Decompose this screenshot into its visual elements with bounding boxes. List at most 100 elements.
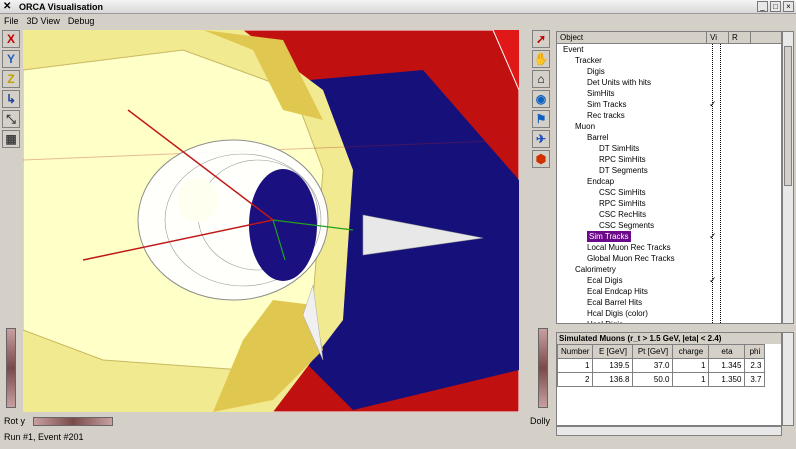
tree-item[interactable]: Ecal Digis ✓ xyxy=(557,275,781,286)
table-header[interactable]: Number xyxy=(557,344,594,359)
tree-item[interactable]: Sim Tracks ✓ xyxy=(557,231,781,242)
axes-button[interactable]: ↳ xyxy=(2,90,20,108)
menu-file[interactable]: File xyxy=(4,16,19,26)
tree-item[interactable]: Muon xyxy=(557,121,781,132)
perspective-icon: ✈ xyxy=(535,132,547,146)
render-style-button[interactable]: ⬢ xyxy=(532,150,550,168)
tree-item[interactable]: Global Muon Rec Tracks xyxy=(557,253,781,264)
tree-item-label: Det Units with hits xyxy=(587,78,652,87)
menu-bar: File 3D View Debug xyxy=(0,14,796,28)
home-button[interactable]: ⌂ xyxy=(532,70,550,88)
menu-debug[interactable]: Debug xyxy=(68,16,95,26)
tree-scrollbar[interactable] xyxy=(782,31,794,324)
tree-item[interactable]: Local Muon Rec Tracks xyxy=(557,242,781,253)
tree-item[interactable]: Det Units with hits xyxy=(557,77,781,88)
tree-item[interactable]: Barrel xyxy=(557,132,781,143)
tree-item-label: CSC RecHits xyxy=(599,210,647,219)
maximize-button[interactable]: □ xyxy=(770,1,781,12)
app-icon: ✕ xyxy=(3,0,12,12)
tree-item[interactable]: Ecal Barrel Hits xyxy=(557,297,781,308)
table-header[interactable]: eta xyxy=(708,344,746,359)
x-axis-button[interactable]: X xyxy=(2,30,20,48)
tree-column-divider xyxy=(712,44,713,323)
table-cell: 2 xyxy=(557,372,594,387)
tree-item[interactable]: Sim Tracks ✓ xyxy=(557,99,781,110)
dolly-label: Dolly xyxy=(529,416,550,426)
tree-header-visible[interactable]: Vi xyxy=(707,32,729,43)
left-toolbar: X Y Z ↳ ⤡ ▦ xyxy=(2,30,22,150)
tree-item-label: Barrel xyxy=(587,133,609,142)
view-all-icon: ◉ xyxy=(535,92,547,106)
3d-viewport[interactable] xyxy=(23,30,519,412)
table-row[interactable]: 2 136.8 50.0 1 1.350 3.7 xyxy=(557,372,766,387)
rot-y-label: Rot y xyxy=(4,416,26,426)
rot-x-thumbwheel[interactable] xyxy=(6,328,16,408)
grid-button[interactable]: ▦ xyxy=(2,130,20,148)
tree-item[interactable]: RPC SimHits xyxy=(557,154,781,165)
muon-table: Number E [GeV] Pt [GeV] charge eta phi 1 139.5… xyxy=(557,344,766,387)
table-hscrollbar[interactable] xyxy=(556,426,782,436)
tree-item[interactable]: Hcal Digis xyxy=(557,319,781,323)
tree-item-label: Event xyxy=(563,45,584,54)
y-axis-icon: Y xyxy=(6,52,15,66)
z-axis-button[interactable]: Z xyxy=(2,70,20,88)
home-icon: ⌂ xyxy=(537,72,545,86)
tree-item-label: Endcap xyxy=(587,177,615,186)
axes-icon: ↳ xyxy=(5,92,17,106)
tree-item-label: Sim Tracks xyxy=(587,100,627,109)
status-bar: Run #1, Event #201 xyxy=(4,432,84,442)
table-header[interactable]: Pt [GeV] xyxy=(632,344,674,359)
tree-item[interactable]: SimHits xyxy=(557,88,781,99)
pointer-button[interactable]: ➚ xyxy=(532,30,550,48)
x-axis-icon: X xyxy=(6,32,15,46)
tree-item-label: CSC SimHits xyxy=(599,188,646,197)
table-header[interactable]: charge xyxy=(672,344,710,359)
tree-item[interactable]: Calorimetry xyxy=(557,264,781,275)
tree-item-label: Ecal Barrel Hits xyxy=(587,298,643,307)
close-button[interactable]: × xyxy=(783,1,794,12)
table-header[interactable]: E [GeV] xyxy=(592,344,634,359)
table-vscrollbar[interactable] xyxy=(782,332,794,426)
grid-icon: ▦ xyxy=(5,132,17,146)
tree-item-label: Ecal Digis xyxy=(587,276,623,285)
app-window: ✕ ORCA Visualisation _ □ × File 3D View … xyxy=(0,0,796,449)
tree-item[interactable]: Endcap xyxy=(557,176,781,187)
object-tree[interactable]: Object Vi R Event Tracker Digis Det Units w… xyxy=(556,31,782,324)
tree-item[interactable]: DT SimHits xyxy=(557,143,781,154)
table-row[interactable]: 1 139.5 37.0 1 1.345 2.3 xyxy=(557,358,766,373)
table-cell: 139.5 xyxy=(592,358,634,373)
tree-item[interactable]: CSC SimHits xyxy=(557,187,781,198)
zoom-thumbwheel[interactable] xyxy=(538,328,548,408)
minimize-button[interactable]: _ xyxy=(757,1,768,12)
tree-item[interactable]: Hcal Digis (color) xyxy=(557,308,781,319)
view-all-button[interactable]: ◉ xyxy=(532,90,550,108)
tree-item[interactable]: Rec tracks xyxy=(557,110,781,121)
tree-item-label: Muon xyxy=(575,122,596,131)
tree-scroll-thumb[interactable] xyxy=(784,46,792,186)
table-header[interactable]: phi xyxy=(744,344,766,359)
axes-alt-button[interactable]: ⤡ xyxy=(2,110,20,128)
tree-item[interactable]: Tracker xyxy=(557,55,781,66)
y-axis-button[interactable]: Y xyxy=(2,50,20,68)
table-cell: 50.0 xyxy=(632,372,674,387)
tree-header-object[interactable]: Object xyxy=(557,32,707,43)
tree-item[interactable]: CSC RecHits xyxy=(557,209,781,220)
tree-item[interactable]: Digis xyxy=(557,66,781,77)
z-axis-icon: Z xyxy=(7,72,15,86)
tree-item[interactable]: DT Segments xyxy=(557,165,781,176)
tree-item[interactable]: RPC SimHits xyxy=(557,198,781,209)
axes-alt-icon: ⤡ xyxy=(6,111,16,126)
table-cell: 1 xyxy=(672,372,710,387)
menu-3d-view[interactable]: 3D View xyxy=(27,16,60,26)
seek-button[interactable]: ⚑ xyxy=(532,110,550,128)
tree-item[interactable]: Event xyxy=(557,44,781,55)
rot-y-thumbwheel[interactable] xyxy=(33,416,114,426)
perspective-button[interactable]: ✈ xyxy=(532,130,550,148)
detector-scene xyxy=(23,30,519,412)
tree-item-label: RPC SimHits xyxy=(599,155,646,164)
tree-item[interactable]: Ecal Endcap Hits xyxy=(557,286,781,297)
hand-button[interactable]: ✋ xyxy=(532,50,550,68)
tree-item[interactable]: CSC Segments xyxy=(557,220,781,231)
tree-item-label: CSC Segments xyxy=(599,221,655,230)
tree-header-r[interactable]: R xyxy=(729,32,751,43)
